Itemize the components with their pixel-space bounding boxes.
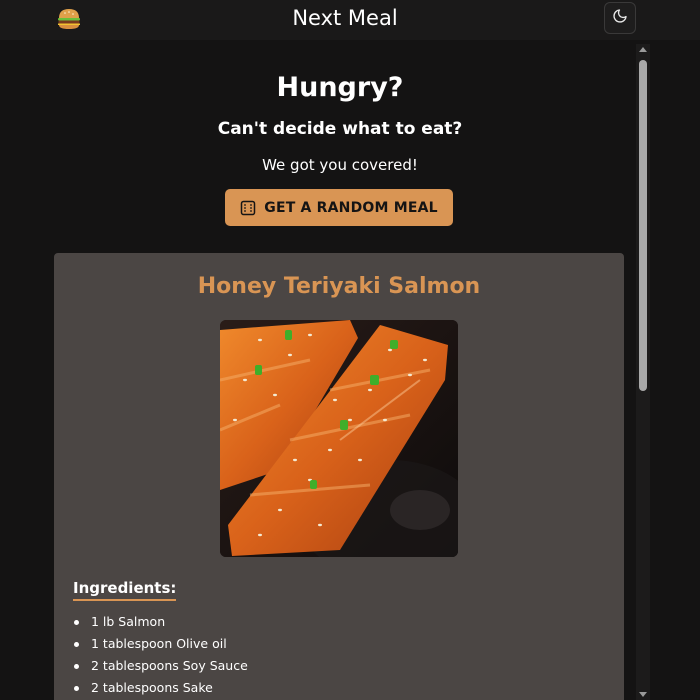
ingredients-list: 1 lb Salmon 1 tablespoon Olive oil 2 tab… xyxy=(73,611,248,699)
moon-icon xyxy=(612,8,628,28)
hero-tagline: We got you covered! xyxy=(262,156,418,174)
dice-icon xyxy=(240,200,256,216)
ingredient-item: 1 lb Salmon xyxy=(73,611,248,633)
page-scrollbar[interactable] xyxy=(636,44,650,700)
ingredient-item: 2 tablespoons Soy Sauce xyxy=(73,655,248,677)
ingredient-item: 1 tablespoon Olive oil xyxy=(73,633,248,655)
ingredient-item: 2 tablespoons Sake xyxy=(73,677,248,699)
app-header: Next Meal xyxy=(0,0,700,40)
random-meal-button-label: GET A RANDOM MEAL xyxy=(264,199,438,216)
meal-title: Honey Teriyaki Salmon xyxy=(197,274,481,299)
ingredients-heading: Ingredients: xyxy=(73,579,177,601)
meal-card: Honey Teriyaki Salmon Ingredients: 1 lb … xyxy=(54,253,624,700)
hero-subtitle: Can't decide what to eat? xyxy=(217,119,463,139)
theme-toggle-button[interactable] xyxy=(604,2,636,34)
hero-title: Hungry? xyxy=(276,72,404,103)
meal-image xyxy=(220,320,458,557)
scroll-down-arrow-icon[interactable] xyxy=(639,692,647,697)
app-title: Next Meal xyxy=(292,6,398,30)
scrollbar-thumb[interactable] xyxy=(639,60,647,391)
random-meal-button[interactable]: GET A RANDOM MEAL xyxy=(225,189,453,226)
scroll-up-arrow-icon[interactable] xyxy=(639,47,647,52)
